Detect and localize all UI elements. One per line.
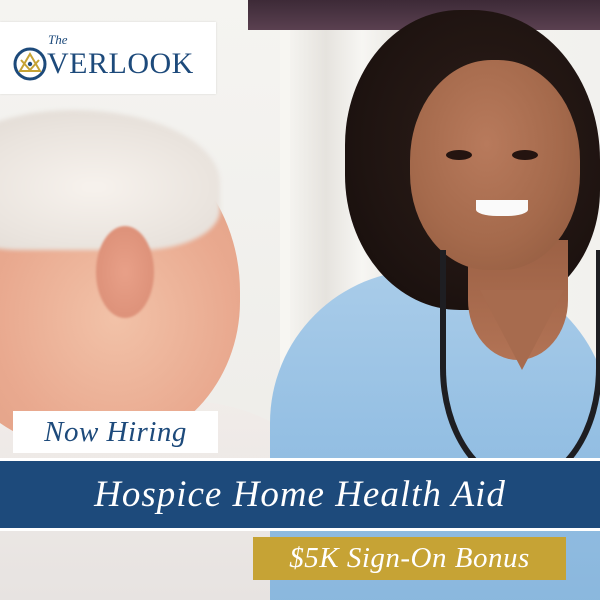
position-title-band: Hospice Home Health Aid	[0, 458, 600, 531]
nurse-smile	[476, 200, 528, 216]
nurse-eye-right	[512, 150, 538, 160]
logo-wordmark: VERLOOK	[12, 46, 194, 82]
elderly-man-ear	[96, 226, 154, 318]
stethoscope	[440, 250, 600, 486]
nurse-eye-left	[446, 150, 472, 160]
logo-wordmark-text: VERLOOK	[47, 47, 194, 80]
nurse-face	[410, 60, 580, 270]
position-title: Hospice Home Health Aid	[94, 474, 506, 515]
overlook-logo: The VERLOOK	[0, 22, 216, 94]
logo-o-emblem-icon	[12, 46, 48, 82]
sign-on-bonus-label: $5K Sign-On Bonus	[253, 537, 566, 580]
now-hiring-label: Now Hiring	[13, 411, 218, 453]
